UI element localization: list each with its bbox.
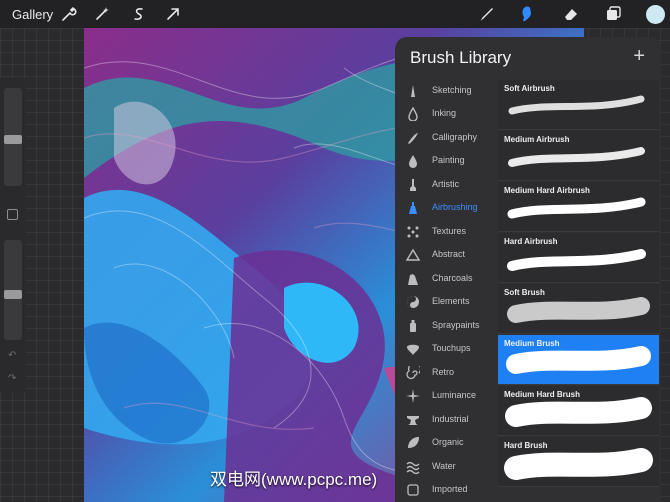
brush-stroke-preview bbox=[508, 147, 645, 167]
brush-stroke-preview bbox=[504, 448, 653, 480]
charcoal-icon bbox=[408, 274, 418, 285]
category-retro[interactable]: Retro bbox=[395, 362, 498, 385]
category-imported[interactable]: Imported bbox=[395, 479, 498, 502]
category-elements[interactable]: Elements bbox=[395, 291, 498, 314]
artistic-brush-icon bbox=[410, 179, 416, 191]
layers-icon[interactable] bbox=[604, 5, 622, 23]
transform-arrow-icon[interactable] bbox=[164, 5, 182, 23]
brush-stroke-preview bbox=[508, 95, 645, 115]
panel-title: Brush Library bbox=[410, 48, 512, 67]
retro-swirl-icon bbox=[406, 366, 420, 380]
category-artistic[interactable]: Artistic bbox=[395, 174, 498, 197]
brush-item-selected[interactable]: Medium Brush bbox=[498, 335, 659, 385]
category-water[interactable]: Water bbox=[395, 456, 498, 479]
brush-item[interactable]: Medium Hard Brush bbox=[498, 386, 659, 436]
category-abstract[interactable]: Abstract bbox=[395, 244, 498, 267]
add-brush-button[interactable]: + bbox=[633, 45, 645, 68]
brush-item[interactable]: Hard Brush bbox=[498, 437, 659, 487]
brush-item[interactable]: Soft Airbrush bbox=[498, 80, 659, 130]
category-industrial[interactable]: Industrial bbox=[395, 409, 498, 432]
category-luminance[interactable]: Luminance bbox=[395, 385, 498, 408]
brush-stroke-preview bbox=[507, 249, 646, 271]
paint-drop-icon bbox=[409, 155, 417, 168]
eraser-icon[interactable] bbox=[562, 5, 580, 23]
category-calligraphy[interactable]: Calligraphy bbox=[395, 127, 498, 150]
magic-wand-icon[interactable] bbox=[93, 5, 111, 23]
gallery-button[interactable]: Gallery bbox=[12, 7, 53, 22]
category-painting[interactable]: Painting bbox=[395, 150, 498, 173]
brush-icon[interactable] bbox=[477, 5, 495, 23]
category-inking[interactable]: Inking bbox=[395, 103, 498, 126]
category-charcoals[interactable]: Charcoals bbox=[395, 268, 498, 291]
category-sketching[interactable]: Sketching bbox=[395, 80, 498, 103]
leaf-icon bbox=[408, 437, 419, 448]
brush-stroke-preview bbox=[506, 346, 651, 374]
waves-icon bbox=[406, 461, 420, 474]
brush-size-thumb[interactable] bbox=[4, 135, 22, 144]
yin-yang-icon bbox=[407, 296, 419, 308]
category-spraypaints[interactable]: Spraypaints bbox=[395, 315, 498, 338]
texture-icon bbox=[407, 226, 419, 238]
anvil-icon bbox=[407, 416, 419, 425]
color-picker-button[interactable] bbox=[646, 5, 665, 24]
category-organic[interactable]: Organic bbox=[395, 432, 498, 455]
left-sidebar: ↶ ↷ bbox=[0, 78, 26, 392]
brush-item[interactable]: Medium Hard Airbrush bbox=[498, 182, 659, 232]
undo-icon[interactable]: ↶ bbox=[8, 350, 16, 361]
sparkle-icon bbox=[406, 389, 420, 403]
category-airbrushing[interactable]: Airbrushing bbox=[395, 197, 498, 220]
triangle-icon bbox=[406, 248, 420, 261]
airbrush-icon bbox=[409, 202, 417, 214]
calligraphy-icon bbox=[408, 133, 418, 144]
category-touchups[interactable]: Touchups bbox=[395, 338, 498, 361]
brush-stroke-preview bbox=[507, 197, 646, 219]
modify-button[interactable] bbox=[7, 209, 18, 220]
spray-can-icon bbox=[410, 320, 416, 332]
ink-drop-icon bbox=[408, 107, 418, 121]
selection-icon[interactable] bbox=[130, 5, 148, 23]
brush-stroke-preview bbox=[505, 397, 652, 427]
category-textures[interactable]: Textures bbox=[395, 221, 498, 244]
watermark-text: 双电网(www.pcpc.me) bbox=[210, 470, 378, 489]
imported-icon bbox=[407, 484, 419, 496]
wrench-icon[interactable] bbox=[60, 5, 78, 23]
smudge-icon[interactable] bbox=[518, 5, 536, 23]
brush-item[interactable]: Medium Airbrush bbox=[498, 131, 659, 181]
brush-item[interactable]: Soft Brush bbox=[498, 284, 659, 334]
brush-stroke-preview bbox=[507, 297, 650, 323]
pencil-icon bbox=[411, 85, 415, 97]
opacity-thumb[interactable] bbox=[4, 290, 22, 299]
brush-item[interactable]: Hard Airbrush bbox=[498, 233, 659, 283]
brush-library-panel: Brush Library + Sketching Inking Calligr… bbox=[395, 37, 661, 502]
redo-icon[interactable]: ↷ bbox=[8, 373, 16, 384]
touchup-icon bbox=[407, 344, 419, 355]
